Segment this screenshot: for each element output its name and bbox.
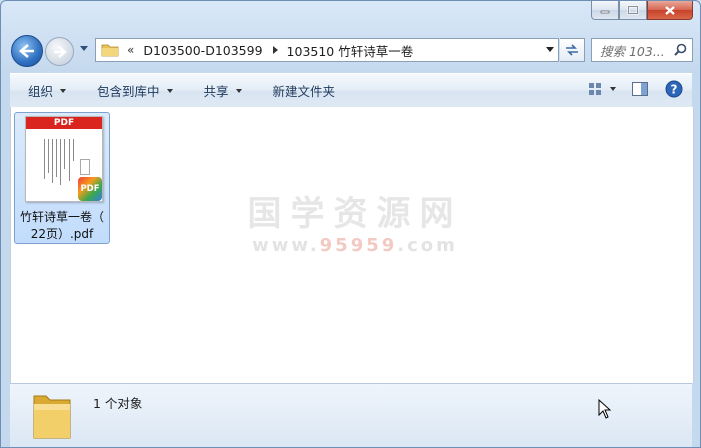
folder-icon — [101, 44, 119, 57]
include-in-library-menu[interactable]: 包含到库中 — [97, 81, 173, 100]
file-item[interactable]: PDF PDF 竹轩诗草一卷（ 22页）.pdf — [14, 112, 110, 244]
new-folder-button[interactable]: 新建文件夹 — [273, 81, 336, 100]
item-count: 1 个对象 — [93, 396, 143, 411]
recent-pages-button[interactable] — [80, 46, 88, 51]
back-button[interactable] — [11, 35, 43, 67]
text-column — [48, 139, 49, 173]
chevron-down-icon — [166, 88, 173, 93]
search-placeholder: 搜索 103... — [600, 43, 665, 59]
file-name-line1: 竹轩诗草一卷（ — [19, 210, 104, 224]
folder-large-icon — [33, 395, 71, 439]
address-bar[interactable]: « D103500-D103599 103510 竹轩诗草一卷 — [95, 38, 559, 62]
text-column — [73, 139, 74, 161]
page-margin-box — [80, 159, 90, 175]
breadcrumb-arrow-icon[interactable] — [272, 46, 278, 54]
preview-pane-icon — [632, 82, 648, 96]
chevron-down-icon — [610, 87, 616, 91]
refresh-icon — [566, 44, 578, 56]
text-column — [52, 139, 53, 183]
watermark-url-suffix: .com — [397, 235, 458, 256]
pdf-thumb-header: PDF — [26, 117, 102, 129]
address-segment-current[interactable]: 103510 竹轩诗草一卷 — [287, 41, 414, 60]
pdf-badge-icon: PDF — [78, 177, 102, 201]
view-options-dropdown[interactable] — [608, 80, 618, 98]
watermark-url-prefix: www. — [252, 235, 320, 256]
refresh-button[interactable] — [560, 38, 585, 62]
toolbar-right: ? — [580, 80, 684, 98]
command-bar: 组织 包含到库中 共享 新建文件夹 ? — [10, 73, 692, 108]
watermark: 国学资源网 www.95959.com — [240, 195, 470, 256]
caption-buttons — [591, 1, 693, 20]
forward-button[interactable] — [45, 37, 74, 66]
text-column — [60, 139, 61, 185]
chevron-down-icon — [235, 88, 242, 93]
share-label: 共享 — [203, 84, 229, 99]
file-name[interactable]: 竹轩诗草一卷（ 22页）.pdf — [15, 209, 109, 243]
preview-pane-button[interactable] — [630, 80, 650, 98]
watermark-url-highlight: 95959 — [319, 235, 398, 256]
svg-text:?: ? — [671, 83, 678, 97]
search-icon[interactable] — [674, 43, 687, 56]
view-grid-icon — [589, 83, 601, 95]
organize-label: 组织 — [28, 84, 54, 99]
minimize-button[interactable] — [591, 1, 619, 20]
back-arrow-icon — [19, 44, 34, 58]
explorer-window: « D103500-D103599 103510 竹轩诗草一卷 搜索 103..… — [0, 0, 701, 448]
watermark-title: 国学资源网 — [247, 194, 463, 234]
text-column — [44, 139, 45, 179]
address-overflow[interactable]: « — [127, 43, 134, 57]
address-segment-range[interactable]: D103500-D103599 — [143, 43, 262, 58]
forward-arrow-icon — [53, 45, 67, 58]
maximize-icon — [627, 5, 639, 15]
details-pane: 1 个对象 — [10, 383, 692, 447]
search-input[interactable]: 搜索 103... — [591, 38, 693, 62]
file-list-pane[interactable]: PDF PDF 竹轩诗草一卷（ 22页）.pdf 国学资源网 www.95959… — [10, 107, 694, 383]
file-name-line2: 22页）.pdf — [30, 227, 94, 241]
help-button[interactable]: ? — [664, 80, 684, 98]
help-icon: ? — [665, 80, 683, 98]
chevron-down-icon — [60, 88, 67, 93]
new-folder-label: 新建文件夹 — [272, 84, 336, 99]
watermark-url: www.95959.com — [240, 235, 470, 256]
organize-menu[interactable]: 组织 — [28, 81, 67, 100]
text-column — [69, 139, 70, 181]
minimize-icon — [600, 10, 610, 14]
mouse-cursor-icon — [598, 399, 612, 419]
share-menu[interactable]: 共享 — [204, 81, 242, 100]
address-dropdown-button[interactable] — [546, 47, 554, 52]
change-view-button[interactable] — [586, 80, 606, 98]
close-button[interactable] — [647, 1, 693, 20]
include-in-library-label: 包含到库中 — [97, 84, 160, 99]
text-column — [64, 139, 65, 169]
text-column — [56, 139, 57, 177]
maximize-button[interactable] — [619, 1, 647, 20]
close-icon — [665, 5, 675, 15]
